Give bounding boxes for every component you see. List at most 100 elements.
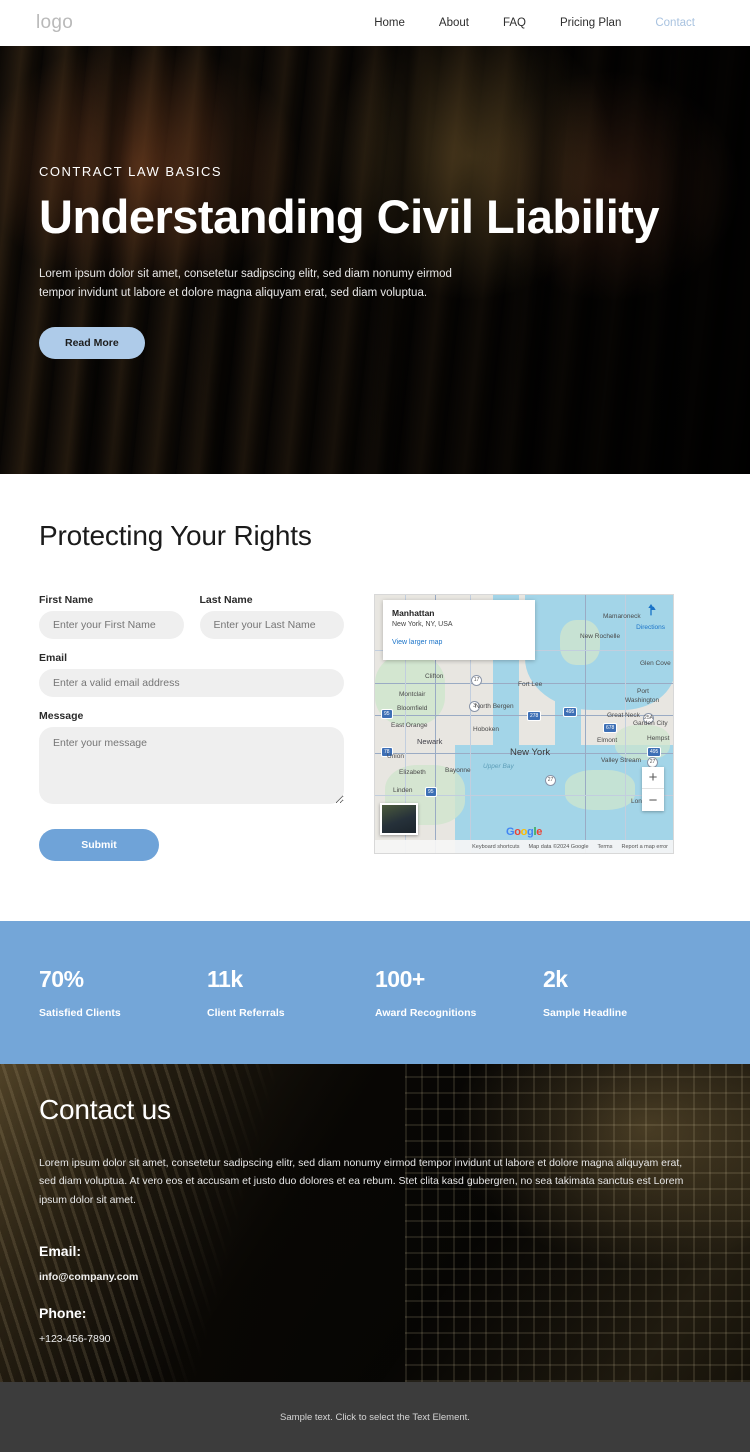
phone-heading: Phone:: [39, 1305, 87, 1322]
directions-icon: [647, 604, 656, 616]
stat-item: 2k Sample Headline: [543, 966, 711, 1019]
map-footer-bar: Keyboard shortcuts Map data ©2024 Google…: [375, 840, 673, 853]
map-place-label: Lon: [631, 798, 642, 805]
map-place-label: Elmont: [597, 737, 618, 744]
read-more-button[interactable]: Read More: [39, 326, 145, 359]
main-navigation: Home About FAQ Pricing Plan Contact: [357, 17, 712, 29]
hero-section: CONTRACT LAW BASICS Understanding Civil …: [0, 46, 750, 474]
map-place-label: Washington: [625, 697, 660, 704]
nav-item-about[interactable]: About: [422, 17, 486, 29]
hero-content: CONTRACT LAW BASICS Understanding Civil …: [0, 46, 680, 359]
report-map-error-link[interactable]: Report a map error: [622, 844, 668, 850]
map-place-label: Valley Stream: [601, 757, 641, 764]
map-place-address: New York, NY, USA: [392, 621, 453, 628]
map-place-label: Union: [387, 753, 404, 760]
map-place-label: Elizabeth: [399, 769, 426, 776]
stat-item: 100+ Award Recognitions: [375, 966, 543, 1019]
map-zoom-controls: + −: [642, 767, 664, 811]
phone-value[interactable]: +123-456-7890: [39, 1333, 711, 1345]
contact-us-section: Contact us Lorem ipsum dolor sit amet, c…: [0, 1064, 750, 1382]
map-road-9: [375, 795, 673, 796]
route-marker-icon: 17: [471, 675, 482, 686]
directions-button[interactable]: Directions: [636, 602, 665, 631]
map-place-label: Clifton: [425, 673, 444, 680]
email-value[interactable]: info@company.com: [39, 1271, 711, 1283]
map-place-label: Great Neck: [607, 712, 640, 719]
first-name-field: First Name: [39, 594, 184, 639]
map-place-label: North Bergen: [475, 703, 514, 710]
map-place-label: East Orange: [391, 722, 428, 729]
stat-value: 11k: [207, 966, 243, 992]
nav-item-faq[interactable]: FAQ: [486, 17, 543, 29]
stat-label: Sample Headline: [543, 1007, 628, 1019]
map-place-label: Port: [637, 688, 649, 695]
keyboard-shortcuts-link[interactable]: Keyboard shortcuts: [472, 844, 519, 850]
directions-label: Directions: [636, 624, 665, 631]
map-place-title: Manhattan: [392, 608, 435, 618]
map-road-8: [625, 595, 626, 853]
view-larger-map-link[interactable]: View larger map: [392, 639, 526, 646]
map-place-label: Garden City: [633, 720, 668, 727]
hero-title: Understanding Civil Liability: [39, 190, 660, 243]
last-name-field: Last Name: [199, 594, 344, 639]
nav-item-contact[interactable]: Contact: [638, 17, 712, 29]
email-input[interactable]: [39, 669, 344, 697]
map-place-label: Fort Lee: [518, 681, 543, 688]
footer-text[interactable]: Sample text. Click to select the Text El…: [280, 1412, 470, 1423]
map-info-card: Manhattan New York, NY, USA View larger …: [383, 600, 535, 660]
nav-item-pricing-plan[interactable]: Pricing Plan: [543, 17, 638, 29]
stat-label: Award Recognitions: [375, 1007, 477, 1019]
map-green-northeast: [560, 620, 600, 665]
section-title: Protecting Your Rights: [39, 520, 312, 551]
stat-label: Satisfied Clients: [39, 1007, 121, 1019]
map-place-label: Linden: [393, 787, 413, 794]
map-place-label: New Rochelle: [580, 633, 621, 640]
zoom-in-button[interactable]: +: [642, 767, 664, 789]
first-name-label: First Name: [39, 594, 94, 606]
nav-item-home[interactable]: Home: [357, 17, 422, 29]
map-place-label: Glen Cove: [640, 660, 671, 667]
last-name-label: Last Name: [199, 594, 253, 606]
last-name-input[interactable]: [199, 611, 344, 639]
logo[interactable]: logo: [36, 12, 73, 34]
map-column: 95 78 95 278 495 678 495 878 17 3 27 27 …: [374, 594, 674, 854]
site-footer: Sample text. Click to select the Text El…: [0, 1382, 750, 1452]
message-textarea[interactable]: [39, 727, 344, 804]
highway-shield-icon: 95: [425, 787, 437, 797]
submit-button[interactable]: Submit: [39, 829, 159, 861]
contact-form: First Name Last Name Email Message Submi…: [39, 594, 344, 861]
map-place-label: Bayonne: [445, 767, 471, 774]
email-field: Email: [39, 652, 344, 697]
map-satellite-thumbnail[interactable]: [380, 803, 418, 835]
map-place-label: Montclair: [399, 691, 426, 698]
map-place-label: Upper Bay: [483, 763, 514, 770]
map-place-label: Hoboken: [473, 726, 500, 733]
contact-body-text: Lorem ipsum dolor sit amet, consetetur s…: [39, 1157, 684, 1206]
map-terms-link[interactable]: Terms: [598, 844, 613, 850]
first-name-input[interactable]: [39, 611, 184, 639]
hero-eyebrow: CONTRACT LAW BASICS: [39, 164, 223, 179]
map-place-label: New York: [510, 747, 551, 758]
map-place-label: Mamaroneck: [603, 613, 641, 620]
map-attribution: Map data ©2024 Google: [528, 843, 589, 850]
map-green-east: [615, 725, 670, 760]
name-row: First Name Last Name: [39, 594, 344, 652]
contact-form-section: Protecting Your Rights First Name Last N…: [0, 474, 750, 921]
contact-title: Contact us: [39, 1094, 171, 1125]
map-place-label: Hempst: [647, 735, 670, 742]
highway-shield-icon: 678: [603, 723, 618, 733]
google-logo: Google: [505, 826, 543, 838]
stat-value: 2k: [543, 966, 568, 992]
stat-item: 11k Client Referrals: [207, 966, 375, 1019]
email-label: Email: [39, 652, 68, 664]
stat-value: 100+: [375, 966, 425, 992]
email-heading: Email:: [39, 1243, 82, 1260]
contact-content: Contact us Lorem ipsum dolor sit amet, c…: [0, 1064, 750, 1345]
zoom-out-button[interactable]: −: [642, 789, 664, 811]
site-header: logo Home About FAQ Pricing Plan Contact: [0, 0, 750, 46]
map-place-label: Newark: [417, 737, 443, 746]
stat-value: 70%: [39, 966, 84, 992]
message-label: Message: [39, 710, 84, 722]
google-map-embed[interactable]: 95 78 95 278 495 678 495 878 17 3 27 27 …: [374, 594, 674, 854]
route-marker-icon: 27: [545, 775, 556, 786]
